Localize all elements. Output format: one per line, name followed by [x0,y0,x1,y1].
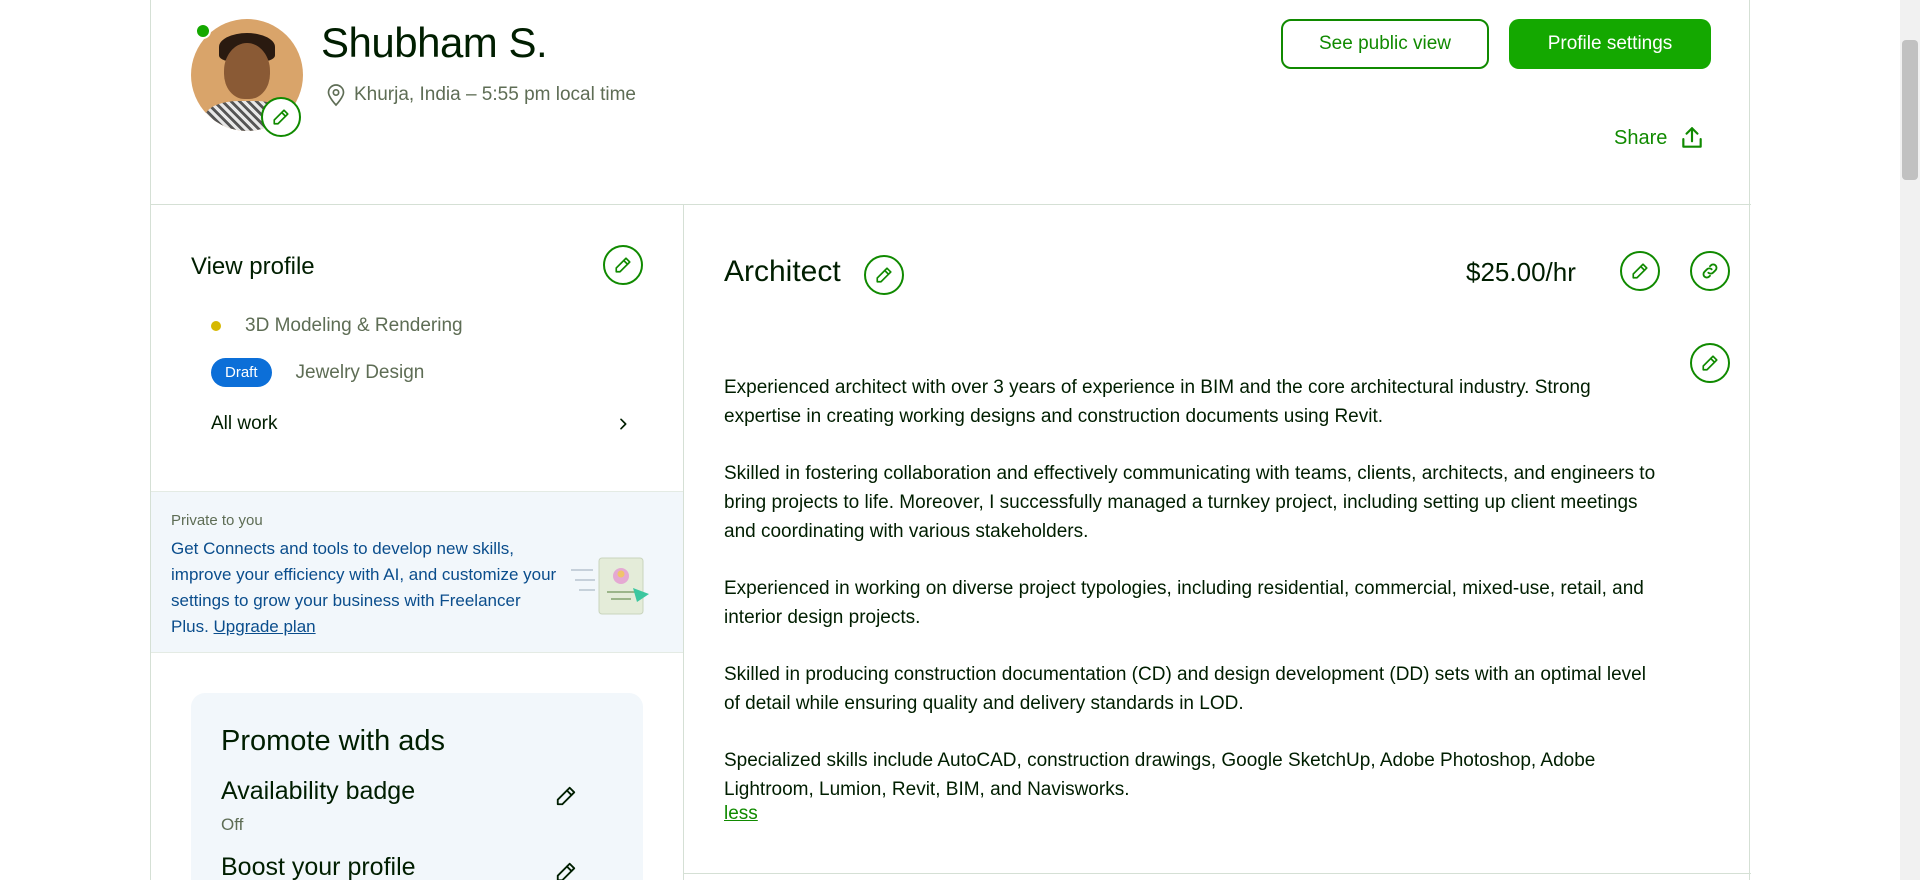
view-profile-title: View profile [191,253,315,280]
description-paragraph: Experienced architect with over 3 years … [724,377,1591,427]
edit-rate-button[interactable] [1620,251,1660,291]
specialized-profile-label: Jewelry Design [295,361,425,383]
profile-description: Experienced architect with over 3 years … [724,373,1664,804]
share-label: Share [1614,126,1668,149]
promote-with-ads-card: Promote with ads Availability badge Off … [191,693,643,880]
all-work-link[interactable]: All work [211,413,631,435]
left-column: View profile 3D Modeling & Rendering Dra… [151,205,684,880]
share-button[interactable]: Share [1614,125,1705,151]
boost-profile-title: Boost your profile [221,853,416,880]
share-icon [1682,127,1703,148]
profile-name: Shubham S. [321,19,548,66]
show-less-link[interactable]: less [724,803,758,825]
profile-header: Shubham S. Khurja, India – 5:55 pm local… [151,0,1751,205]
role-title: Architect [724,255,841,288]
pencil-icon [273,109,289,125]
description-paragraph: Experienced in working on diverse projec… [724,578,1644,628]
avatar-container [191,19,303,137]
description-paragraph: Specialized skills include AutoCAD, cons… [724,750,1596,800]
pencil-icon[interactable] [555,861,577,880]
see-public-view-button[interactable]: See public view [1281,19,1489,69]
promote-title: Promote with ads [221,725,446,757]
pencil-icon [1702,355,1718,371]
profile-settings-button[interactable]: Profile settings [1509,19,1711,69]
edit-view-profile-button[interactable] [603,245,643,285]
link-icon [1702,263,1718,279]
pencil-icon [876,267,892,283]
location-line: Khurja, India – 5:55 pm local time [326,83,636,107]
edit-description-button[interactable] [1690,343,1730,383]
description-paragraph: Skilled in producing construction docume… [724,664,1646,714]
section-divider [684,873,1751,874]
certificate-illustration [571,557,649,615]
description-paragraph: Skilled in fostering collaboration and e… [724,463,1656,542]
main-column: Architect $25.00/hr Experienced architec… [684,205,1751,880]
edit-avatar-button[interactable] [261,97,301,137]
scrollbar-thumb[interactable] [1902,40,1918,180]
chevron-right-icon [620,418,627,430]
edit-title-button[interactable] [864,255,904,295]
online-status-dot [195,23,211,39]
profile-card: Shubham S. Khurja, India – 5:55 pm local… [150,0,1751,880]
page-scrollbar[interactable] [1900,0,1920,880]
hourly-rate: $25.00/hr [1466,257,1576,287]
availability-badge-title: Availability badge [221,777,416,805]
availability-badge-value: Off [221,815,244,834]
private-label: Private to you [171,512,263,529]
specialized-profile-item-draft[interactable]: Draft Jewelry Design [211,358,424,387]
location-text: Khurja, India – 5:55 pm local time [354,84,636,105]
all-work-label: All work [211,413,278,434]
pencil-icon [615,257,631,273]
upgrade-promo-box: Private to you Get Connects and tools to… [151,491,683,653]
location-pin-icon [327,84,345,107]
upgrade-plan-link[interactable]: Upgrade plan [214,617,316,636]
draft-badge: Draft [211,358,272,387]
status-dot [211,321,221,331]
specialized-profile-label: 3D Modeling & Rendering [245,315,463,336]
copy-link-button[interactable] [1690,251,1730,291]
pencil-icon [1632,263,1648,279]
specialized-profile-item[interactable]: 3D Modeling & Rendering [211,315,463,337]
pencil-icon[interactable] [555,785,577,807]
upgrade-message: Get Connects and tools to develop new sk… [171,536,561,640]
